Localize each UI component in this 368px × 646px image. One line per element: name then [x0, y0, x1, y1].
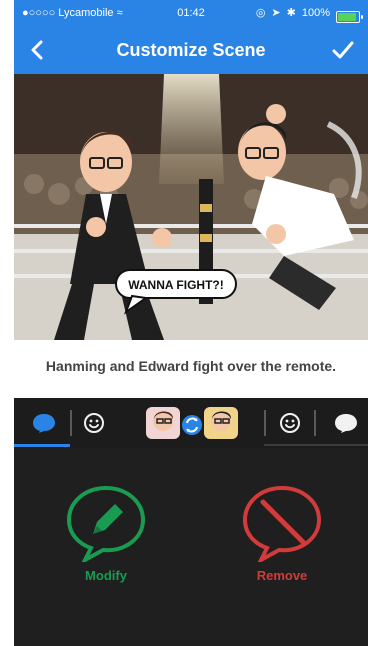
emoji-tab-right[interactable]: [270, 398, 310, 448]
battery-percent: 100%: [301, 7, 330, 19]
speech-bubble-icon: [33, 414, 55, 433]
app-header: ●○○○○ Lycamobile ≈ 01:42 ◎ ➤ ✱ 100% Cust…: [14, 0, 368, 74]
speech-tab-left[interactable]: [24, 398, 64, 448]
toolbar-divider: [314, 410, 316, 436]
nav-bar: Customize Scene: [14, 26, 368, 74]
avatar-swap: [146, 407, 238, 439]
modify-button[interactable]: Modify: [36, 482, 176, 592]
smiley-icon: [84, 413, 104, 433]
toolbar-divider: [264, 410, 266, 436]
boxing-scene-illustration: WANNA FIGHT?!: [14, 74, 368, 340]
checkmark-icon: [332, 41, 354, 59]
modify-label: Modify: [85, 568, 127, 583]
speech-bubble-text: WANNA FIGHT?!: [128, 278, 224, 292]
smiley-icon: [280, 413, 300, 433]
done-button[interactable]: [328, 36, 358, 64]
toolbar-divider: [70, 410, 72, 436]
scene-image: WANNA FIGHT?!: [14, 74, 368, 340]
status-bar: ●○○○○ Lycamobile ≈ 01:42 ◎ ➤ ✱ 100%: [14, 0, 368, 26]
remove-button[interactable]: Remove: [212, 482, 352, 592]
emoji-tab-left[interactable]: [74, 398, 114, 448]
remove-label: Remove: [256, 568, 308, 583]
character-swap-control[interactable]: [144, 398, 240, 448]
customize-toolbar: [14, 398, 368, 448]
pencil-icon: [66, 485, 146, 562]
speech-bubble-icon: [335, 414, 357, 433]
alarm-icon: ◎: [255, 7, 266, 19]
speech-tab-right[interactable]: [326, 398, 366, 448]
status-right: ◎ ➤ ✱ 100%: [255, 0, 363, 26]
bluetooth-icon: ✱: [286, 7, 296, 19]
scene-caption: Hanming and Edward fight over the remote…: [45, 358, 337, 374]
battery-icon: [336, 11, 363, 23]
no-sign-icon: [242, 485, 322, 562]
tab-indicator-track: [264, 444, 368, 446]
selected-tab-indicator: [14, 444, 70, 447]
page-title: Customize Scene: [116, 40, 266, 60]
actions-panel: Modify Remove: [14, 448, 368, 646]
location-icon: ➤: [271, 7, 281, 19]
